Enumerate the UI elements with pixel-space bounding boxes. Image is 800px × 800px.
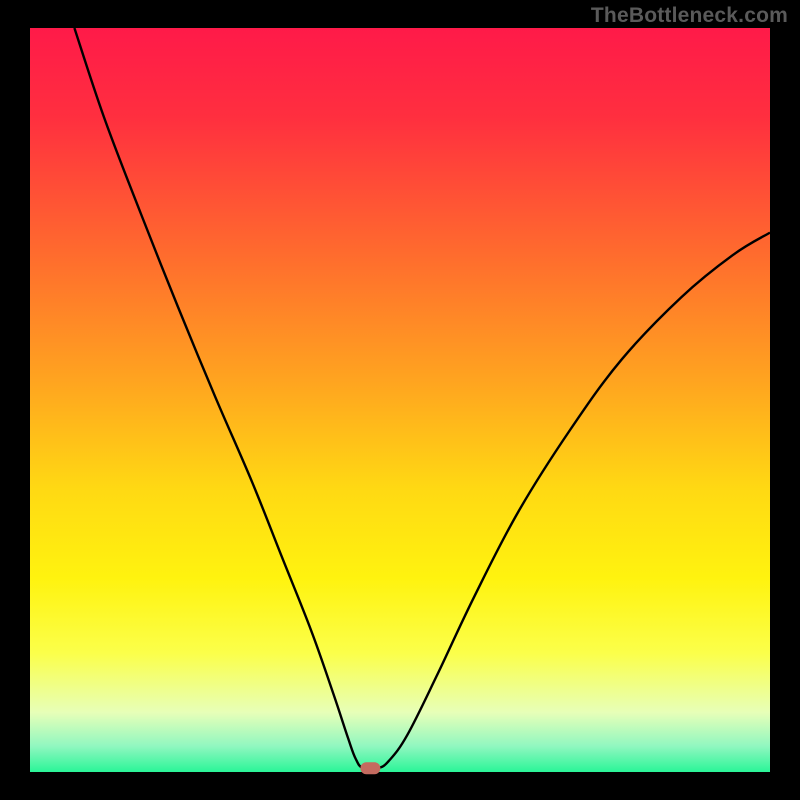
bottleneck-chart	[0, 0, 800, 800]
plot-background	[30, 28, 770, 772]
watermark-text: TheBottleneck.com	[591, 4, 788, 28]
optimum-marker	[360, 762, 380, 774]
chart-container: TheBottleneck.com	[0, 0, 800, 800]
